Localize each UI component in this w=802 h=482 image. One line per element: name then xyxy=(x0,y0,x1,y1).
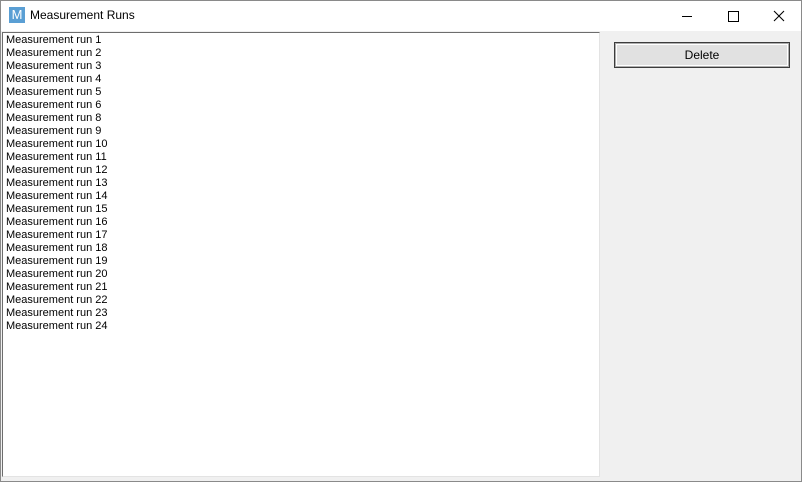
application-window: M Measurement Runs Measurement run 1 Meas… xyxy=(0,0,802,482)
close-button[interactable] xyxy=(756,1,801,31)
close-icon xyxy=(773,10,785,22)
list-item[interactable]: Measurement run 21 xyxy=(6,281,108,294)
list-item[interactable]: Measurement run 14 xyxy=(6,190,108,203)
list-item[interactable]: Measurement run 8 xyxy=(6,112,101,125)
measurement-runs-list[interactable]: Measurement run 1 Measurement run 2 Measur… xyxy=(2,32,600,477)
list-item[interactable]: Measurement run 10 xyxy=(6,138,108,151)
list-item[interactable]: Measurement run 3 xyxy=(6,60,101,73)
window-title: Measurement Runs xyxy=(30,8,135,22)
app-logo-icon: M xyxy=(9,7,25,23)
list-item[interactable]: Measurement run 5 xyxy=(6,86,101,99)
list-item[interactable]: Measurement run 15 xyxy=(6,203,108,216)
title-bar[interactable]: M Measurement Runs xyxy=(1,1,801,31)
list-item[interactable]: Measurement run 16 xyxy=(6,216,108,229)
list-item[interactable]: Measurement run 9 xyxy=(6,125,101,138)
minimize-button[interactable] xyxy=(664,1,710,31)
list-item[interactable]: Measurement run 4 xyxy=(6,73,101,86)
list-item[interactable]: Measurement run 6 xyxy=(6,99,101,112)
list-item[interactable]: Measurement run 1 xyxy=(6,34,101,47)
minimize-icon xyxy=(682,16,692,17)
delete-button[interactable]: Delete xyxy=(615,43,789,67)
maximize-icon xyxy=(728,11,739,22)
list-item[interactable]: Measurement run 22 xyxy=(6,294,108,307)
list-item[interactable]: Measurement run 18 xyxy=(6,242,108,255)
maximize-button[interactable] xyxy=(710,1,756,31)
list-item[interactable]: Measurement run 13 xyxy=(6,177,108,190)
list-item[interactable]: Measurement run 20 xyxy=(6,268,108,281)
list-item[interactable]: Measurement run 12 xyxy=(6,164,108,177)
list-item[interactable]: Measurement run 11 xyxy=(6,151,107,164)
list-item[interactable]: Measurement run 2 xyxy=(6,47,101,60)
list-item[interactable]: Measurement run 23 xyxy=(6,307,108,320)
list-item[interactable]: Measurement run 24 xyxy=(6,320,108,333)
list-item[interactable]: Measurement run 17 xyxy=(6,229,108,242)
list-item[interactable]: Measurement run 19 xyxy=(6,255,108,268)
